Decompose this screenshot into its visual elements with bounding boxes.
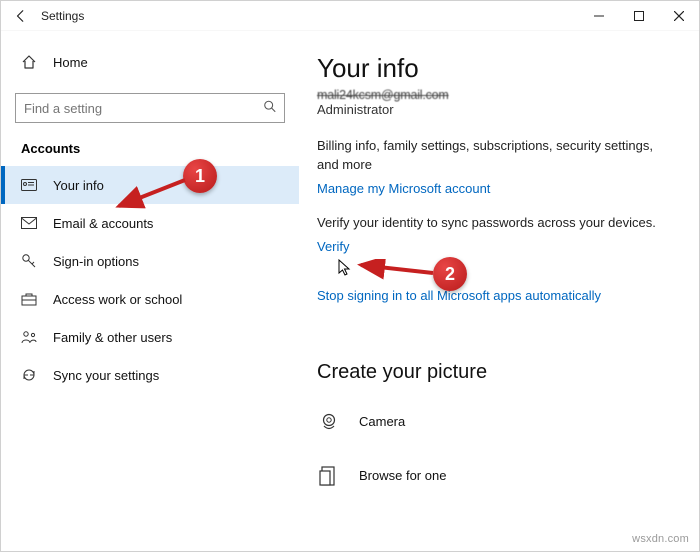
titlebar: Settings <box>1 1 699 31</box>
manage-account-link[interactable]: Manage my Microsoft account <box>317 181 490 196</box>
camera-label: Camera <box>359 414 405 429</box>
sidebar: Home Accounts Your info Email & accounts <box>1 31 299 551</box>
home-icon <box>21 54 37 70</box>
sync-icon <box>21 367 37 383</box>
people-icon <box>21 330 37 344</box>
briefcase-icon <box>21 292 37 306</box>
maximize-button[interactable] <box>619 1 659 31</box>
main-panel: Your info mali24kcsm@gmail.com Administr… <box>299 31 699 551</box>
nav-home-label: Home <box>53 55 88 70</box>
arrow-left-icon <box>14 9 28 23</box>
browse-label: Browse for one <box>359 468 446 483</box>
minimize-icon <box>594 11 604 21</box>
account-email: mali24kcsm@gmail.com <box>317 88 675 102</box>
verify-link[interactable]: Verify <box>317 239 350 254</box>
minimize-button[interactable] <box>579 1 619 31</box>
sidebar-item-label: Email & accounts <box>53 216 153 231</box>
back-button[interactable] <box>1 1 41 30</box>
billing-description: Billing info, family settings, subscript… <box>317 137 675 175</box>
camera-icon <box>317 411 341 433</box>
search-icon <box>263 100 277 117</box>
sidebar-item-label: Your info <box>53 178 104 193</box>
camera-option[interactable]: Camera <box>317 400 675 444</box>
sidebar-item-label: Sign-in options <box>53 254 139 269</box>
key-icon <box>21 253 37 269</box>
stop-signin-link[interactable]: Stop signing in to all Microsoft apps au… <box>317 288 601 303</box>
sidebar-item-label: Family & other users <box>53 330 172 345</box>
page-title: Your info <box>317 53 675 84</box>
search-box[interactable] <box>15 93 285 123</box>
sidebar-item-sync-settings[interactable]: Sync your settings <box>1 356 299 394</box>
picture-heading: Create your picture <box>317 361 675 384</box>
search-input[interactable] <box>15 93 285 123</box>
browse-option[interactable]: Browse for one <box>317 454 675 498</box>
envelope-icon <box>21 217 37 229</box>
sidebar-item-label: Access work or school <box>53 292 182 307</box>
sidebar-item-label: Sync your settings <box>53 368 159 383</box>
sidebar-item-email-accounts[interactable]: Email & accounts <box>1 204 299 242</box>
close-button[interactable] <box>659 1 699 31</box>
nav-home[interactable]: Home <box>1 43 299 81</box>
window-title: Settings <box>41 9 84 23</box>
sidebar-item-work-school[interactable]: Access work or school <box>1 280 299 318</box>
close-icon <box>674 11 684 21</box>
id-card-icon <box>21 178 37 192</box>
maximize-icon <box>634 11 644 21</box>
verify-description: Verify your identity to sync passwords a… <box>317 214 675 233</box>
browse-folder-icon <box>317 465 341 487</box>
sidebar-section-label: Accounts <box>1 141 299 166</box>
account-role: Administrator <box>317 102 675 117</box>
sidebar-item-signin-options[interactable]: Sign-in options <box>1 242 299 280</box>
sidebar-item-family-users[interactable]: Family & other users <box>1 318 299 356</box>
watermark: wsxdn.com <box>632 533 689 545</box>
sidebar-item-your-info[interactable]: Your info <box>1 166 299 204</box>
